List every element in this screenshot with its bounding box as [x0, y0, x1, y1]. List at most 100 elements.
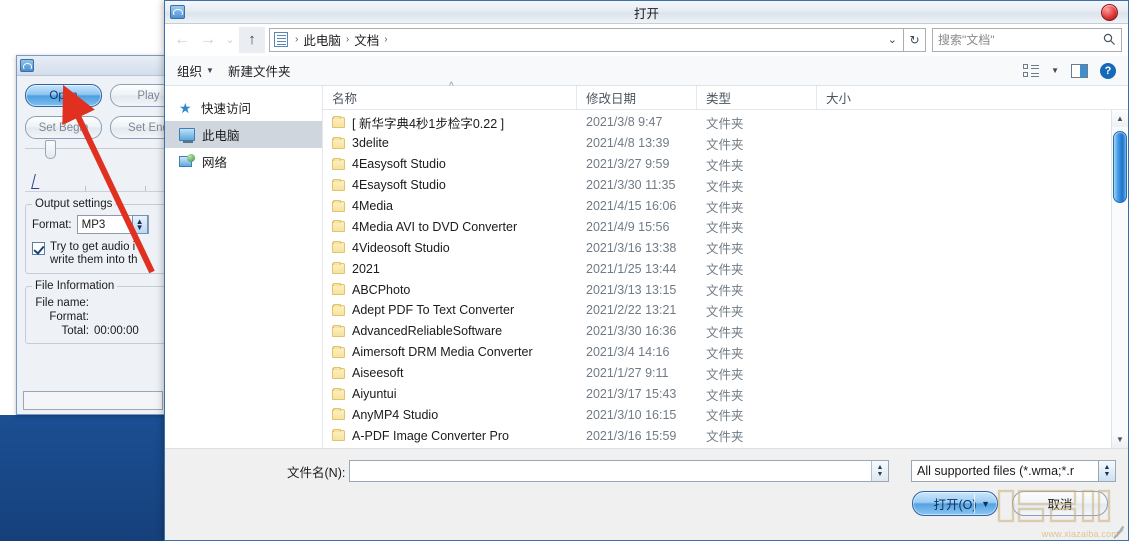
- back-button[interactable]: ←: [169, 27, 195, 53]
- table-row[interactable]: AdvancedReliableSoftware 2021/3/30 16:36 文…: [323, 321, 1111, 342]
- resize-grip[interactable]: [1111, 523, 1124, 539]
- organize-label: 组织: [177, 65, 203, 79]
- folder-icon: [332, 241, 345, 254]
- filename-input[interactable]: ▲ ▼: [349, 460, 889, 482]
- output-path-input[interactable]: [23, 391, 163, 410]
- column-header-date[interactable]: 修改日期: [577, 86, 697, 109]
- search-placeholder: 搜索"文档": [938, 33, 995, 47]
- column-header-name[interactable]: 名称 ^: [323, 81, 577, 109]
- filetype-spinner-icon[interactable]: ▲ ▼: [1098, 461, 1115, 481]
- file-name-text: Aiseesoft: [352, 366, 404, 381]
- file-name-text: 3delite: [352, 136, 389, 151]
- new-folder-button[interactable]: 新建文件夹: [224, 61, 301, 80]
- file-name-text: A-PDF Image Converter Pro: [352, 428, 509, 443]
- dialog-titlebar[interactable]: 打开: [165, 1, 1128, 24]
- recent-locations-button[interactable]: ⌄: [221, 27, 239, 53]
- breadcrumb-item-documents[interactable]: 文档: [354, 30, 379, 49]
- format-combo[interactable]: MP3 ▲ ▼: [76, 215, 149, 234]
- table-row[interactable]: 4Media AVI to DVD Converter 2021/4/9 15:5…: [323, 216, 1111, 237]
- help-icon[interactable]: ?: [1100, 62, 1116, 79]
- slider-thumb[interactable]: [45, 140, 56, 159]
- get-audio-label-line1: Try to get audio i: [50, 241, 136, 253]
- table-row[interactable]: [ 新华字典4秒1步检字0.22 ] 2021/3/8 9:47 文件夹: [323, 112, 1111, 133]
- table-row[interactable]: 2021 2021/1/25 13:44 文件夹: [323, 258, 1111, 279]
- sidebar-item-this-pc[interactable]: 此电脑: [165, 121, 322, 148]
- column-header-size[interactable]: 大小: [817, 86, 897, 109]
- close-button[interactable]: [1101, 4, 1118, 21]
- file-type-cell: 文件夹: [706, 179, 744, 194]
- file-total-value: 00:00:00: [94, 325, 139, 337]
- sidebar-item-label: 此电脑: [202, 129, 240, 143]
- file-name-text: 2021: [352, 261, 380, 276]
- table-row[interactable]: 4Videosoft Studio 2021/3/16 13:38 文件夹: [323, 237, 1111, 258]
- open-button-label: 打开(O): [933, 498, 977, 512]
- table-row[interactable]: 3delite 2021/4/8 13:39 文件夹: [323, 133, 1111, 154]
- file-name-cell: Aimersoft DRM Media Converter: [323, 345, 577, 359]
- folder-icon: [332, 136, 345, 149]
- file-list-pane: 名称 ^ 修改日期 类型 大小 [ 新华字典4秒1步检字0.22 ] 2021/3…: [323, 81, 1128, 448]
- search-input[interactable]: 搜索"文档": [932, 27, 1122, 52]
- forward-button[interactable]: →: [195, 27, 221, 53]
- breadcrumb[interactable]: › 此电脑 › 文档 › ⌄: [269, 27, 904, 52]
- table-row[interactable]: 4Media 2021/4/15 16:06 文件夹: [323, 196, 1111, 217]
- table-row[interactable]: Aiseesoft 2021/1/27 9:11 文件夹: [323, 363, 1111, 384]
- get-audio-checkbox[interactable]: [32, 242, 45, 255]
- file-name-text: [ 新华字典4秒1步检字0.22 ]: [352, 116, 505, 131]
- network-icon: [179, 154, 195, 168]
- open-button[interactable]: 打开(O) ▼: [912, 491, 998, 516]
- file-name-text: Aimersoft DRM Media Converter: [352, 345, 533, 360]
- file-name-cell: 4Media AVI to DVD Converter: [323, 220, 577, 234]
- up-button[interactable]: ↑: [239, 26, 265, 53]
- list-scrollbar[interactable]: ▲ ▼: [1111, 110, 1128, 448]
- get-audio-checkbox-row[interactable]: Try to get audio i write them into th: [32, 241, 180, 267]
- open-button[interactable]: Open: [25, 84, 102, 107]
- column-header-type[interactable]: 类型: [697, 86, 817, 109]
- refresh-button[interactable]: ↻: [904, 27, 926, 52]
- view-controls: ▼ ?: [1023, 62, 1120, 79]
- sidebar-item-network[interactable]: 网络: [165, 148, 322, 175]
- open-file-dialog[interactable]: 打开 ← → ⌄ ↑ › 此电脑 › 文档 › ⌄ ↻ 搜索"文档" 组织 ▼ …: [164, 0, 1129, 541]
- waveform-strip[interactable]: [25, 164, 187, 192]
- table-row[interactable]: A-PDF Image Converter Pro 2021/3/16 15:59…: [323, 425, 1111, 446]
- sidebar-item-quick-access[interactable]: ★ 快速访问: [165, 94, 322, 121]
- chevron-down-icon: ▼: [206, 66, 214, 75]
- file-name-text: 4Media: [352, 199, 393, 213]
- chevron-down-icon[interactable]: ⌄: [888, 33, 897, 46]
- position-slider[interactable]: [25, 140, 187, 164]
- table-row[interactable]: ABCPhoto 2021/3/13 13:15 文件夹: [323, 279, 1111, 300]
- filename-history-icon[interactable]: ▲ ▼: [871, 461, 888, 481]
- format-spinner-icon[interactable]: ▲ ▼: [131, 215, 148, 234]
- view-mode-icon[interactable]: [1023, 63, 1040, 78]
- table-row[interactable]: 4Easysoft Studio 2021/3/27 9:59 文件夹: [323, 154, 1111, 175]
- waveform-marker-icon: [31, 174, 43, 189]
- filetype-combo[interactable]: All supported files (*.wma;*.r ▲ ▼: [911, 460, 1116, 482]
- column-header-name-label: 名称: [332, 92, 358, 106]
- file-type-cell: 文件夹: [706, 304, 744, 319]
- scrollbar-thumb[interactable]: [1113, 131, 1127, 203]
- file-date-cell: 2021/3/16 13:38: [586, 240, 677, 255]
- table-row[interactable]: Aimersoft DRM Media Converter 2021/3/4 14…: [323, 342, 1111, 363]
- desktop-taskbar-left: [0, 415, 164, 541]
- set-begin-button[interactable]: Set Begin: [25, 116, 102, 139]
- file-date-cell: 2021/3/10 16:15: [586, 407, 677, 422]
- breadcrumb-separator: ›: [384, 34, 388, 45]
- open-dropdown-chevron-icon[interactable]: ▼: [981, 499, 990, 509]
- output-settings-legend: Output settings: [35, 198, 113, 210]
- table-row[interactable]: Aiyuntui 2021/3/17 15:43 文件夹: [323, 384, 1111, 405]
- app-logo-icon: [20, 59, 34, 72]
- breadcrumb-item-this-pc[interactable]: 此电脑: [303, 30, 341, 49]
- table-row[interactable]: AnyMP4 Studio 2021/3/10 16:15 文件夹: [323, 404, 1111, 425]
- organize-menu[interactable]: 组织 ▼: [173, 61, 224, 80]
- file-name-cell: 2021: [323, 262, 577, 276]
- scroll-up-button[interactable]: ▲: [1112, 110, 1128, 127]
- table-row[interactable]: Adept PDF To Text Converter 2021/2/22 13:…: [323, 300, 1111, 321]
- scrollbar-track[interactable]: [1112, 127, 1128, 431]
- file-rows[interactable]: [ 新华字典4秒1步检字0.22 ] 2021/3/8 9:47 文件夹 3delit…: [323, 110, 1111, 448]
- file-name-cell: AdvancedReliableSoftware: [323, 324, 577, 338]
- view-mode-chevron-down-icon[interactable]: ▼: [1051, 66, 1059, 75]
- waveform-tick: [85, 186, 86, 191]
- preview-pane-icon[interactable]: [1071, 63, 1088, 78]
- cancel-button[interactable]: 取消: [1012, 491, 1108, 516]
- scroll-down-button[interactable]: ▼: [1112, 431, 1128, 448]
- table-row[interactable]: 4Esaysoft Studio 2021/3/30 11:35 文件夹: [323, 175, 1111, 196]
